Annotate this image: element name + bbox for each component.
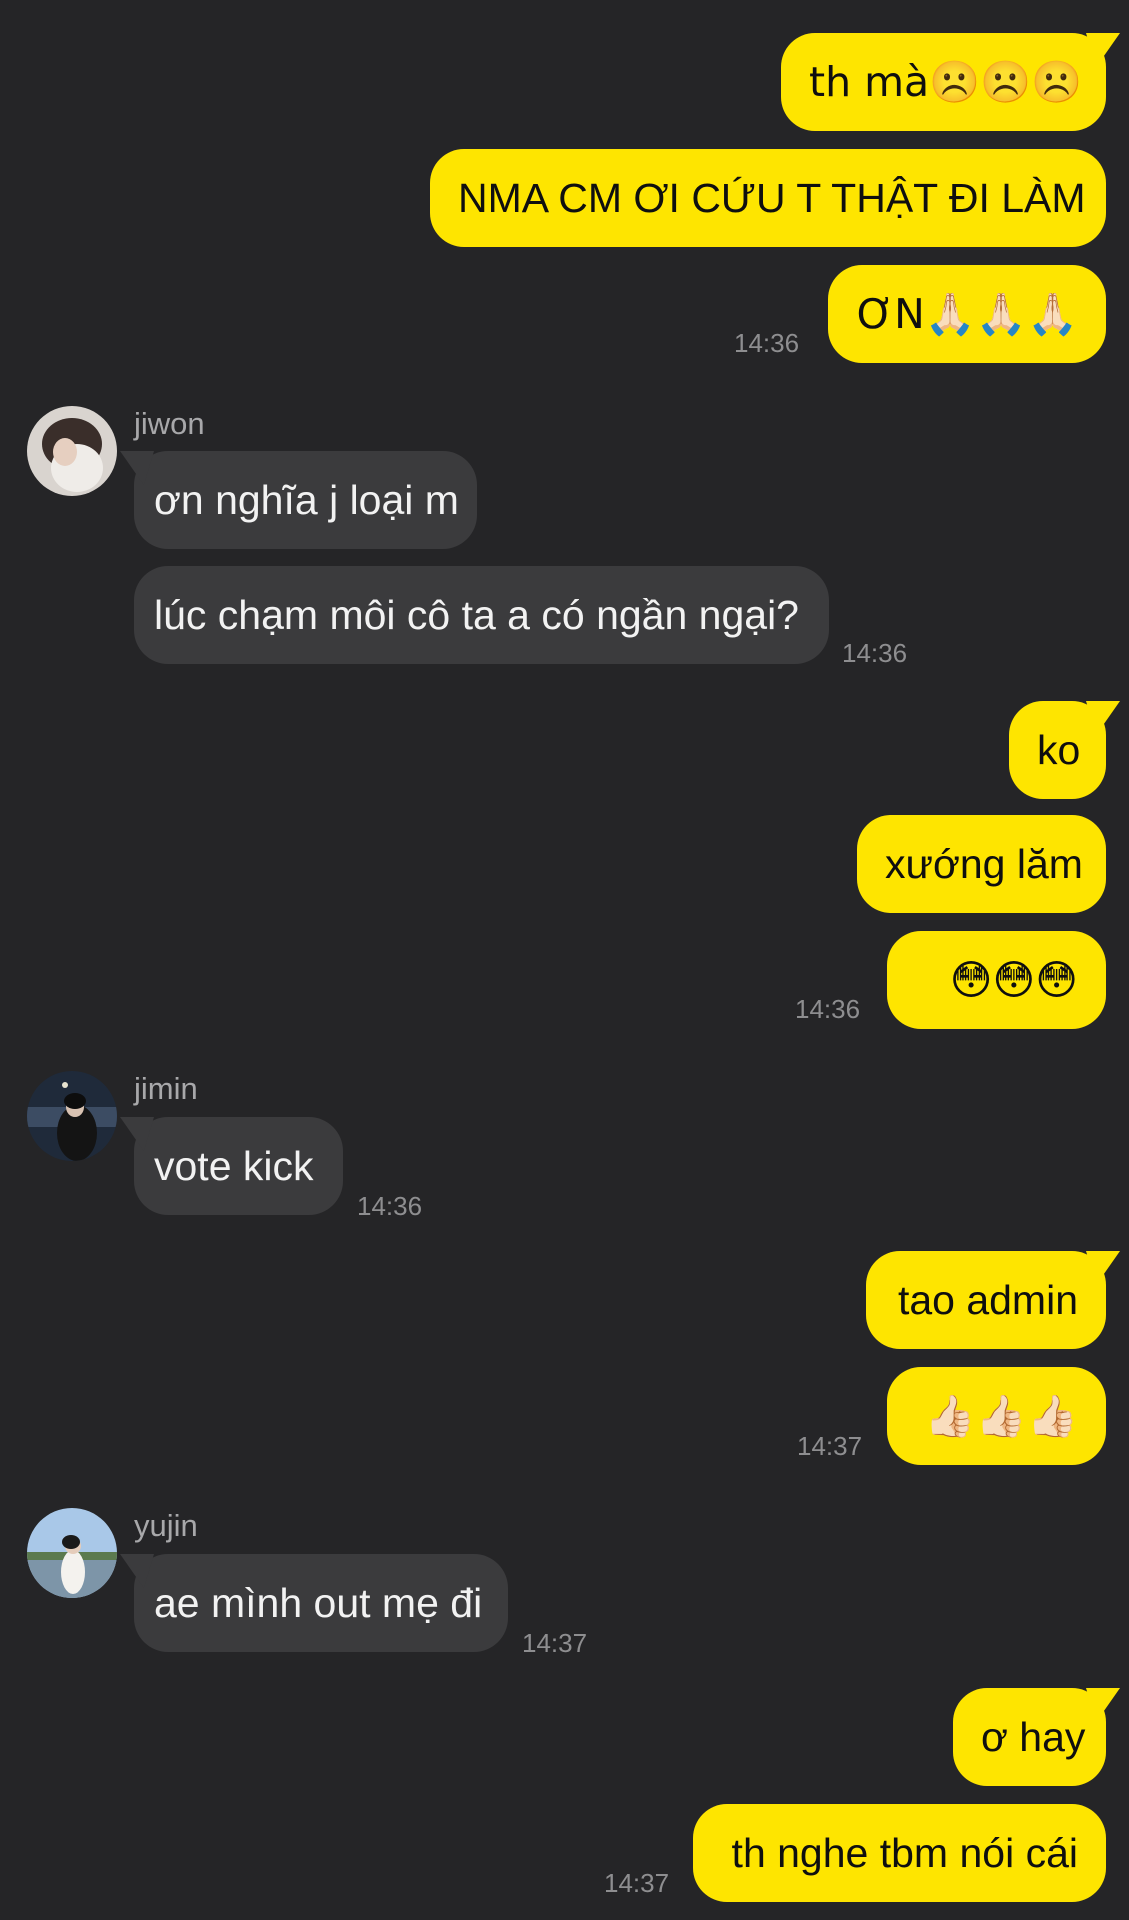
incoming-message-bubble[interactable]: lúc chạm môi cô ta a có ngần ngại?	[134, 566, 829, 664]
avatar-jiwon[interactable]	[27, 406, 117, 496]
outgoing-message-bubble[interactable]: ko	[1009, 701, 1106, 799]
incoming-message-bubble[interactable]: vote kick	[134, 1117, 343, 1215]
chat-thread[interactable]: th mà☹️☹️☹️ NMA CM ƠI CỨU T THẬT ĐI LÀM …	[0, 0, 1129, 1920]
message-timestamp: 14:37	[604, 1868, 670, 1898]
outgoing-message-bubble[interactable]: 👍🏻👍🏻👍🏻	[887, 1367, 1106, 1465]
message-text: xướng lăm	[885, 841, 1083, 887]
message-text: ơn nghĩa j loại m	[154, 477, 459, 523]
message-text: ơ hay	[981, 1714, 1086, 1760]
sender-name: jiwon	[134, 406, 205, 441]
message-timestamp: 14:37	[522, 1628, 588, 1658]
message-timestamp: 14:37	[797, 1431, 863, 1461]
outgoing-message-bubble[interactable]: 😳😳😳	[887, 931, 1106, 1029]
message-text: 😳😳😳	[949, 956, 1078, 1004]
message-text: ko	[1037, 727, 1081, 773]
message-text: lúc chạm môi cô ta a có ngần ngại?	[154, 592, 799, 638]
message-text: ƠN🙏🏻🙏🏻🙏🏻	[856, 290, 1078, 338]
avatar-jimin-image	[27, 1071, 117, 1161]
outgoing-message-bubble[interactable]: ƠN🙏🏻🙏🏻🙏🏻	[828, 265, 1106, 363]
message-timestamp: 14:36	[842, 638, 908, 668]
message-text: NMA CM ƠI CỨU T THẬT ĐI LÀM	[458, 175, 1086, 221]
outgoing-message-bubble[interactable]: tao admin	[866, 1251, 1106, 1349]
outgoing-message-bubble[interactable]: NMA CM ƠI CỨU T THẬT ĐI LÀM	[430, 149, 1106, 247]
message-text: vote kick	[154, 1143, 314, 1189]
avatar-jiwon-image	[27, 406, 117, 496]
message-text: th mà☹️☹️☹️	[809, 58, 1083, 106]
incoming-message-bubble[interactable]: ơn nghĩa j loại m	[134, 451, 477, 549]
outgoing-message-bubble[interactable]: th nghe tbm nói cái	[693, 1804, 1106, 1902]
message-text: tao admin	[897, 1277, 1078, 1323]
sender-name: yujin	[134, 1508, 198, 1543]
avatar-yujin[interactable]	[27, 1508, 117, 1598]
message-text: 👍🏻👍🏻👍🏻	[924, 1392, 1078, 1440]
sender-name: jimin	[134, 1071, 198, 1106]
outgoing-message-bubble[interactable]: ơ hay	[953, 1688, 1106, 1786]
incoming-message-bubble[interactable]: ae mình out mẹ đi	[134, 1554, 508, 1652]
outgoing-message-bubble[interactable]: xướng lăm	[857, 815, 1106, 913]
message-timestamp: 14:36	[795, 994, 861, 1024]
avatar-yujin-image	[27, 1508, 117, 1598]
message-timestamp: 14:36	[357, 1191, 423, 1221]
avatar-jimin[interactable]	[27, 1071, 117, 1161]
outgoing-message-bubble[interactable]: th mà☹️☹️☹️	[781, 33, 1106, 131]
message-text: th nghe tbm nói cái	[731, 1830, 1078, 1876]
message-timestamp: 14:36	[734, 328, 800, 358]
message-text: ae mình out mẹ đi	[154, 1580, 483, 1626]
